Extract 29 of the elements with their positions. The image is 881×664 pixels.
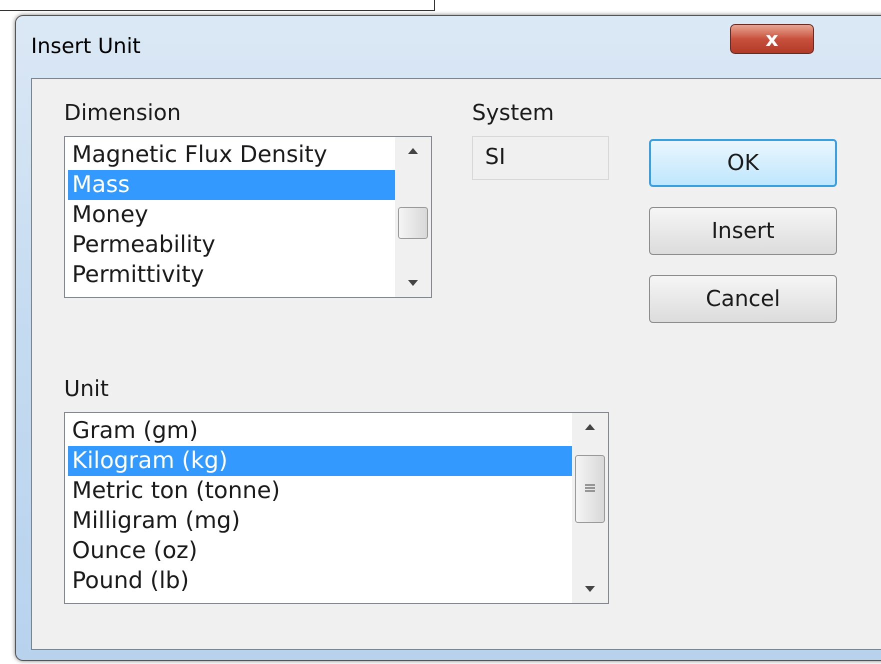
list-item[interactable]: Permeability — [68, 230, 395, 260]
window-title: Insert Unit — [31, 33, 141, 60]
scroll-thumb[interactable] — [575, 455, 605, 523]
list-item[interactable]: Magnetic Flux Density — [68, 140, 395, 170]
scroll-thumb[interactable] — [398, 207, 428, 239]
unit-label: Unit — [64, 376, 110, 404]
close-button[interactable]: x — [730, 24, 814, 54]
list-item[interactable]: Milligram (mg) — [68, 506, 572, 536]
scrollbar[interactable] — [572, 413, 608, 603]
list-item[interactable]: Money — [68, 200, 395, 230]
system-label: System — [472, 100, 556, 128]
dimension-label: Dimension — [64, 100, 182, 128]
list-box[interactable]: Magnetic Flux Density Mass Money Permeability Permittivity — [64, 136, 432, 298]
list-item[interactable]: Gram (gm) — [68, 416, 572, 446]
scroll-up-icon[interactable] — [407, 147, 419, 155]
dialog-button[interactable]: OK — [649, 139, 837, 187]
list-item[interactable]: Metric ton (tonne) — [68, 476, 572, 506]
list-item[interactable]: Permittivity — [68, 260, 395, 290]
grip-icon — [584, 484, 596, 494]
scroll-down-icon[interactable] — [584, 585, 596, 593]
list-item[interactable]: Ounce (oz) — [68, 536, 572, 566]
list-box[interactable]: Gram (gm) Kilogram (kg) Metric ton (tonne) Milligram (mg) Ounce (oz) Pound (lb) — [64, 412, 609, 604]
scrollbar[interactable] — [395, 137, 431, 297]
list-item[interactable]: Pound (lb) — [68, 566, 572, 596]
scroll-down-icon[interactable] — [407, 279, 419, 287]
scroll-up-icon[interactable] — [584, 423, 596, 431]
system-field: SI — [472, 136, 609, 180]
dialog-button[interactable]: Cancel — [649, 275, 837, 323]
dialog-button[interactable]: Insert — [649, 207, 837, 255]
